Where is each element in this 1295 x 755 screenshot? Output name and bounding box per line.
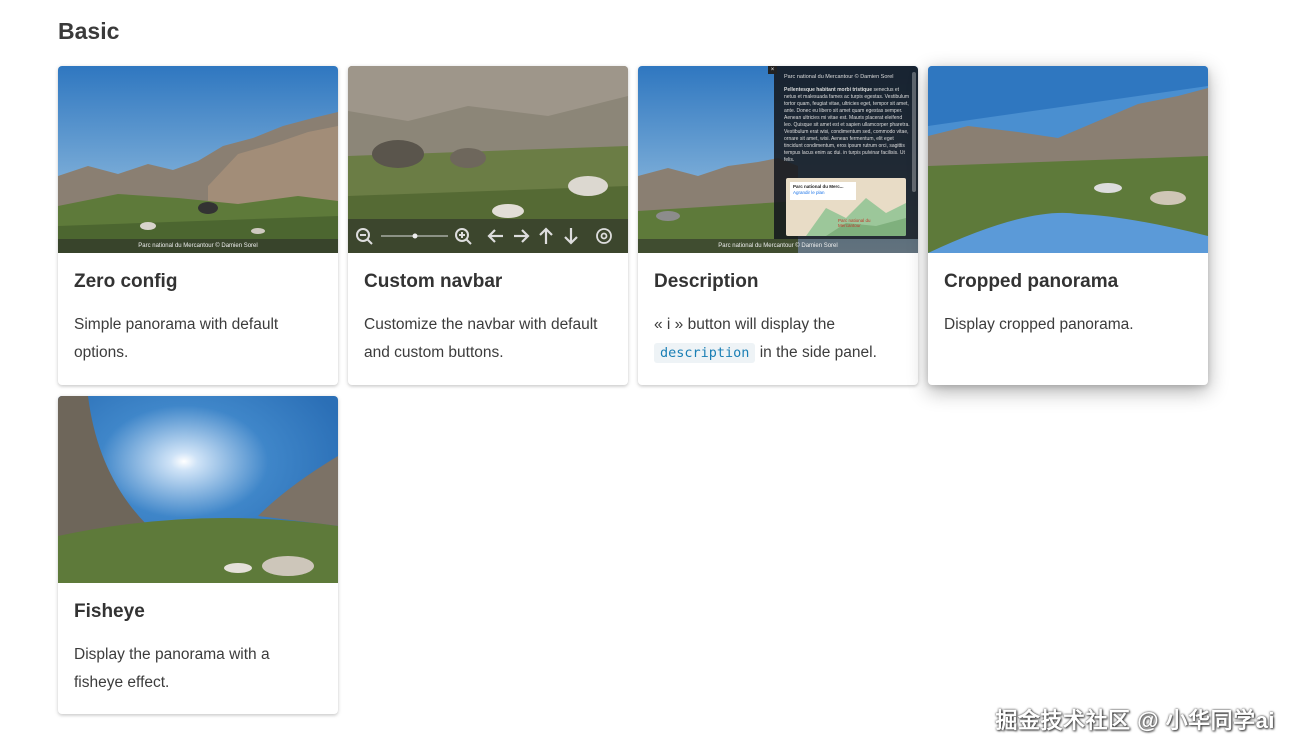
panel-body-text: senectus et netus et malesuada fames ac …: [784, 87, 910, 163]
arrow-down-icon[interactable]: [564, 228, 578, 245]
desc-before: « i » button will display the: [654, 316, 835, 333]
close-panel-icon[interactable]: ×: [768, 66, 777, 74]
card-description: « i » button will display the descriptio…: [654, 311, 902, 367]
map-popup-link[interactable]: Agrandir le plan: [793, 190, 853, 196]
arrow-left-icon[interactable]: [487, 229, 503, 243]
desc-after: in the side panel.: [759, 344, 877, 361]
custom-navbar: [348, 219, 628, 253]
navbar-caption: Parc national du Mercantour © Damien Sor…: [138, 243, 258, 249]
panel-bold-text: Pellentesque habitant morbi tristique: [784, 87, 873, 93]
card-cropped-panorama[interactable]: Cropped panorama Display cropped panoram…: [928, 66, 1208, 385]
desc-code: description: [654, 343, 756, 363]
card-title: Cropped panorama: [944, 271, 1119, 292]
zoom-in-icon[interactable]: [455, 228, 472, 245]
card-description-demo[interactable]: Parc national du Mercantour © Damien Sor…: [638, 66, 918, 385]
panorama-navbar: Parc national du Mercantour © Damien Sor…: [58, 239, 338, 253]
thumbnail-cropped-panorama: [928, 66, 1208, 253]
thumbnail-zero-config: Parc national du Mercantour © Damien Sor…: [58, 66, 338, 253]
card-title: Zero config: [74, 271, 178, 292]
card-description: Customize the navbar with default and cu…: [364, 316, 598, 361]
zoom-out-icon[interactable]: [356, 228, 373, 245]
card-custom-navbar[interactable]: Custom navbar Customize the navbar with …: [348, 66, 628, 385]
arrow-up-icon[interactable]: [539, 227, 553, 244]
card-title: Fisheye: [74, 601, 145, 622]
navbar-caption: Parc national du Mercantour © Damien Sor…: [718, 243, 838, 249]
card-title: Description: [654, 271, 759, 292]
zoom-slider[interactable]: [381, 233, 448, 239]
thumbnail-fisheye: [58, 396, 338, 583]
map-label: Parc national du Mercantour: [838, 218, 871, 228]
thumbnail-custom-navbar: [348, 66, 628, 253]
card-fisheye[interactable]: Fisheye Display the panorama with a fish…: [58, 396, 338, 714]
panel-heading: Parc national du Mercantour © Damien Sor…: [784, 74, 894, 80]
card-title: Custom navbar: [364, 271, 503, 292]
arrow-right-icon[interactable]: [514, 229, 530, 243]
panel-map: Parc national du Merc... Agrandir le pla…: [786, 178, 906, 236]
rotate-icon[interactable]: [596, 228, 612, 244]
card-description: Display cropped panorama.: [944, 316, 1134, 333]
watermark: 掘金技术社区 @ 小华同学ai: [995, 708, 1275, 733]
panel-scrollbar[interactable]: [912, 72, 916, 192]
card-description: Simple panorama with default options.: [74, 316, 279, 361]
thumbnail-description: Parc national du Mercantour © Damien Sor…: [638, 66, 918, 253]
panorama-navbar: Parc national du Mercantour © Damien Sor…: [638, 239, 918, 253]
card-zero-config[interactable]: Parc national du Mercantour © Damien Sor…: [58, 66, 338, 385]
section-title: Basic: [58, 18, 120, 44]
card-description: Display the panorama with a fisheye effe…: [74, 646, 270, 691]
